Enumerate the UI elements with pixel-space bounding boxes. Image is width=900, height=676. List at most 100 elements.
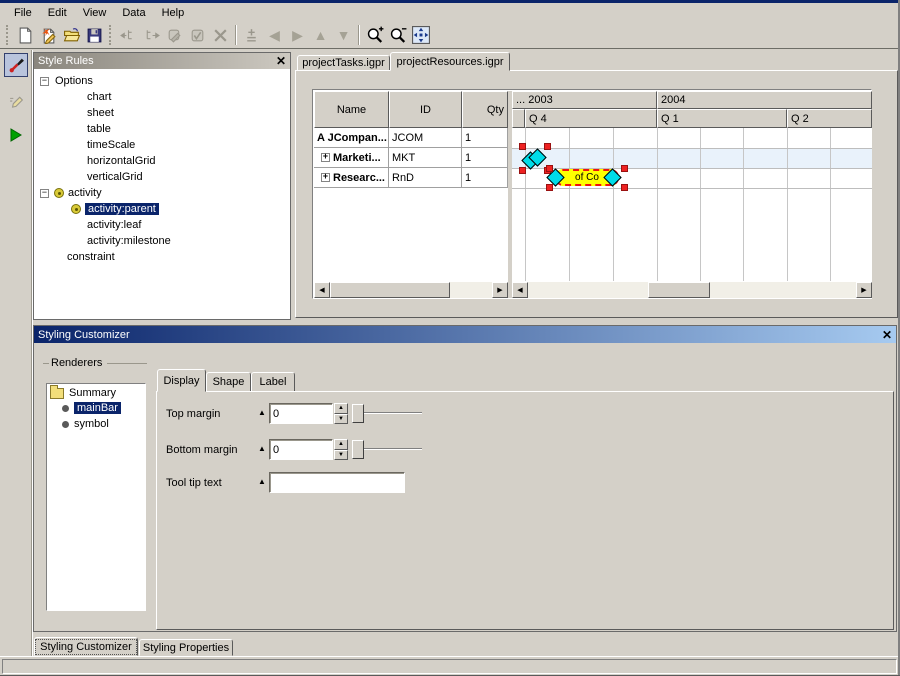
- column-header-name[interactable]: Name: [314, 91, 389, 128]
- selection-handle[interactable]: [621, 184, 628, 191]
- bottom-tab-styling-properties[interactable]: Styling Properties: [139, 639, 233, 656]
- go-down-icon[interactable]: ▼: [332, 24, 355, 47]
- menu-view[interactable]: View: [75, 5, 115, 21]
- add-remove-icon[interactable]: [240, 24, 263, 47]
- bottom-tab-styling-customizer[interactable]: Styling Customizer: [34, 637, 138, 656]
- tree-item-horizontalgrid[interactable]: horizontalGrid: [34, 153, 290, 169]
- scroll-right-icon[interactable]: ▶: [856, 282, 872, 298]
- tree-item-options[interactable]: − Options: [34, 73, 290, 89]
- save-icon[interactable]: [83, 24, 106, 47]
- edit-pencil-icon[interactable]: [4, 88, 28, 112]
- selection-handle[interactable]: [519, 143, 526, 150]
- tab-display[interactable]: Display: [157, 369, 206, 392]
- selection-handle[interactable]: [544, 143, 551, 150]
- table-cell-id[interactable]: JCOM: [389, 128, 462, 148]
- close-icon[interactable]: ✕: [882, 329, 892, 341]
- new-document-icon[interactable]: [14, 24, 37, 47]
- toolbar-grip[interactable]: [109, 25, 114, 45]
- new-wizard-icon[interactable]: [37, 24, 60, 47]
- tree-item-constraint[interactable]: constraint: [34, 249, 290, 265]
- chart-hscrollbar[interactable]: ◀ ▶: [512, 282, 872, 298]
- bottom-margin-input[interactable]: [269, 439, 333, 460]
- scroll-left-icon[interactable]: ◀: [314, 282, 330, 298]
- run-icon[interactable]: [4, 123, 28, 147]
- bottom-margin-slider-thumb[interactable]: [352, 440, 364, 459]
- table-cell-qty[interactable]: 1: [462, 128, 508, 148]
- renderers-label: Renderers: [51, 357, 102, 369]
- column-header-id[interactable]: ID: [389, 91, 462, 128]
- tree-item-verticalgrid[interactable]: verticalGrid: [34, 169, 290, 185]
- scrollbar-thumb[interactable]: [330, 282, 450, 298]
- top-margin-input[interactable]: [269, 403, 333, 424]
- go-right-icon[interactable]: ▶: [286, 24, 309, 47]
- table-cell-id[interactable]: MKT: [389, 148, 462, 168]
- spinner-down-icon[interactable]: ▼: [334, 450, 348, 461]
- spinner-up-icon[interactable]: ▲: [334, 403, 348, 414]
- table-cell-id[interactable]: RnD: [389, 168, 462, 188]
- tab-projectresources[interactable]: projectResources.igpr: [390, 52, 510, 71]
- delete-icon[interactable]: [209, 24, 232, 47]
- tree-item-activity-milestone[interactable]: activity:milestone: [34, 233, 290, 249]
- table-cell-name[interactable]: + Researc...: [314, 168, 389, 188]
- check-rule-icon[interactable]: [186, 24, 209, 47]
- insert-after-icon[interactable]: [140, 24, 163, 47]
- tab-projecttasks[interactable]: projectTasks.igpr: [297, 55, 390, 71]
- selection-handle[interactable]: [546, 184, 553, 191]
- tree-item-timescale[interactable]: timeScale: [34, 137, 290, 153]
- selected-activity-bar[interactable]: of Co: [548, 168, 628, 189]
- spinner-up-icon[interactable]: ▲: [334, 439, 348, 450]
- collapse-icon[interactable]: −: [40, 77, 49, 86]
- top-margin-slider-track[interactable]: [364, 412, 422, 414]
- table-cell-qty[interactable]: 1: [462, 168, 508, 188]
- edit-rule-icon[interactable]: [163, 24, 186, 47]
- scroll-left-icon[interactable]: ◀: [512, 282, 528, 298]
- tree-item-table[interactable]: table: [34, 121, 290, 137]
- spinner-down-icon[interactable]: ▼: [334, 414, 348, 425]
- open-icon[interactable]: [60, 24, 83, 47]
- tab-label[interactable]: Label: [251, 372, 295, 392]
- renderer-item-summary[interactable]: Summary: [47, 384, 145, 400]
- zoom-in-icon[interactable]: [363, 24, 386, 47]
- expand-icon[interactable]: +: [321, 153, 330, 162]
- selection-handle[interactable]: [546, 165, 553, 172]
- tree-item-activity-parent[interactable]: activity:parent: [34, 201, 290, 217]
- scroll-right-icon[interactable]: ▶: [492, 282, 508, 298]
- collapse-icon[interactable]: −: [40, 189, 49, 198]
- selection-handle[interactable]: [519, 167, 526, 174]
- top-margin-slider-thumb[interactable]: [352, 404, 364, 423]
- tree-item-activity-leaf[interactable]: activity:leaf: [34, 217, 290, 233]
- style-rules-title: Style Rules: [38, 55, 94, 67]
- go-up-icon[interactable]: ▲: [309, 24, 332, 47]
- renderers-listbox: Summary mainBar symbol: [46, 383, 146, 611]
- fit-to-view-icon[interactable]: [409, 24, 432, 47]
- renderer-item-symbol[interactable]: symbol: [47, 416, 145, 432]
- expand-icon[interactable]: +: [321, 173, 330, 182]
- tree-item-sheet[interactable]: sheet: [34, 105, 290, 121]
- tab-shape[interactable]: Shape: [206, 372, 251, 392]
- bottom-margin-slider-track[interactable]: [364, 448, 422, 450]
- toolbar-grip[interactable]: [6, 25, 11, 45]
- tooltip-text-input[interactable]: [269, 472, 405, 493]
- renderer-item-mainbar[interactable]: mainBar: [47, 400, 145, 416]
- insert-before-icon[interactable]: [117, 24, 140, 47]
- menu-data[interactable]: Data: [114, 5, 153, 21]
- scrollbar-thumb[interactable]: [648, 282, 710, 298]
- zoom-out-icon[interactable]: [386, 24, 409, 47]
- menu-help[interactable]: Help: [154, 5, 193, 21]
- tree-item-chart[interactable]: chart: [34, 89, 290, 105]
- close-icon[interactable]: ✕: [276, 55, 286, 67]
- go-left-icon[interactable]: ◀: [263, 24, 286, 47]
- table-hscrollbar[interactable]: ◀ ▶: [314, 282, 508, 298]
- table-cell-name[interactable]: A JCompan...: [314, 128, 389, 148]
- style-rules-brush-icon[interactable]: [4, 53, 28, 77]
- gantt-table-pane: Name ID Qty A JCompan... JCOM 1 + Market…: [314, 91, 508, 298]
- tree-item-activity[interactable]: − activity: [34, 185, 290, 201]
- column-header-qty[interactable]: Qty: [462, 91, 508, 128]
- menu-file[interactable]: File: [6, 5, 40, 21]
- menu-edit[interactable]: Edit: [40, 5, 75, 21]
- gantt-grid-area[interactable]: of Co: [512, 128, 872, 281]
- selection-handle[interactable]: [621, 165, 628, 172]
- timescale-quarter-q2: Q 2: [787, 109, 872, 128]
- table-cell-qty[interactable]: 1: [462, 148, 508, 168]
- table-cell-name[interactable]: + Marketi...: [314, 148, 389, 168]
